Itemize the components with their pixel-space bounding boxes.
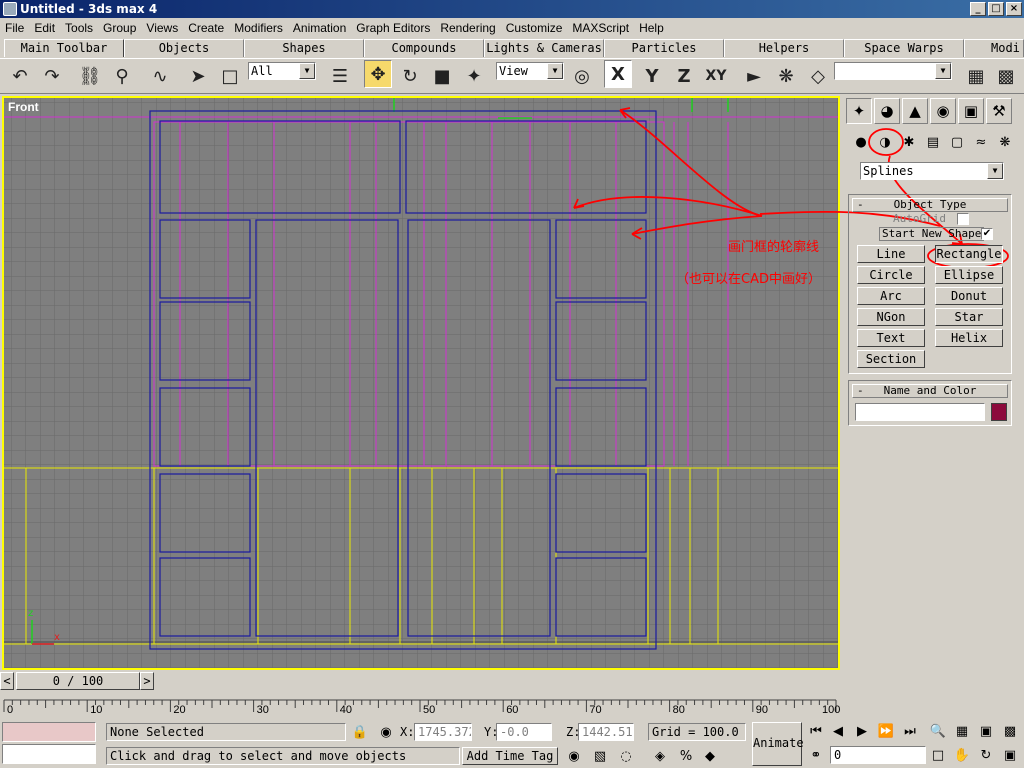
maxscript-input[interactable] bbox=[2, 744, 96, 764]
name-color-header[interactable]: - Name and Color bbox=[852, 384, 1008, 398]
star-button[interactable]: Star bbox=[935, 308, 1003, 326]
key-mode-icon[interactable]: ⚭ bbox=[806, 746, 826, 764]
prev-key-icon[interactable]: ◀ bbox=[828, 722, 848, 740]
ellipse-button[interactable]: Ellipse bbox=[935, 266, 1003, 284]
rectangle-button[interactable]: Rectangle bbox=[935, 245, 1003, 263]
donut-button[interactable]: Donut bbox=[935, 287, 1003, 305]
geometry-icon[interactable]: ● bbox=[850, 132, 872, 152]
maxscript-listener-mini[interactable] bbox=[2, 722, 96, 742]
current-frame-field[interactable]: 0 bbox=[830, 746, 926, 764]
angle-snap-icon[interactable]: ◌ bbox=[616, 747, 636, 765]
zoom-extents-all-icon[interactable]: ▩ bbox=[1000, 722, 1020, 740]
track-tick-label: 80 bbox=[672, 704, 685, 716]
helpers-icon[interactable]: ▢ bbox=[946, 132, 968, 152]
window-crossing-icon[interactable]: ◆ bbox=[700, 747, 720, 765]
prompt-line: Click and drag to select and move object… bbox=[106, 747, 460, 765]
category-value: Splines bbox=[863, 164, 914, 178]
create-tab-icon[interactable]: ✦ bbox=[846, 98, 872, 124]
category-dropdown[interactable]: Splines ▼ bbox=[860, 162, 1004, 180]
object-type-rollout: - Object Type AutoGrid Start New Shape ✔… bbox=[848, 194, 1012, 374]
go-to-end-icon[interactable]: ⏭ bbox=[900, 722, 920, 740]
name-color-title: Name and Color bbox=[883, 384, 977, 397]
collapse-icon: - bbox=[857, 384, 864, 397]
track-tick-label: 30 bbox=[256, 704, 269, 716]
z-coord-field[interactable]: 1442.51 bbox=[578, 723, 634, 741]
x-coord-label: X: bbox=[400, 725, 415, 739]
add-time-tag-button[interactable]: Add Time Tag bbox=[462, 747, 558, 765]
play-icon[interactable]: ▶ bbox=[852, 722, 872, 740]
track-tick-label: 70 bbox=[589, 704, 602, 716]
cameras-icon[interactable]: ▤ bbox=[922, 132, 944, 152]
display-tab-icon[interactable]: ▣ bbox=[958, 98, 984, 124]
go-to-start-icon[interactable]: ⏮ bbox=[806, 722, 826, 740]
lights-icon[interactable]: ✱ bbox=[898, 132, 920, 152]
track-tick-label: 10 bbox=[90, 704, 103, 716]
start-new-shape-label: Start New Shape bbox=[879, 227, 985, 241]
modify-tab-icon[interactable]: ◕ bbox=[874, 98, 900, 124]
track-ruler bbox=[3, 699, 837, 712]
prev-frame-icon[interactable]: < bbox=[0, 672, 14, 690]
region-zoom-icon[interactable]: □ bbox=[928, 746, 948, 764]
next-frame-icon[interactable]: > bbox=[140, 672, 154, 690]
percent-snap-icon[interactable]: ◈ bbox=[650, 747, 670, 765]
animate-button[interactable]: Animate bbox=[752, 722, 804, 766]
space-warps-icon[interactable]: ≈ bbox=[970, 132, 992, 152]
time-slider-thumb[interactable]: 0 / 100 bbox=[16, 672, 140, 690]
app-window: Untitled - 3ds max 4 _ □ × File Edit Too… bbox=[0, 0, 1024, 768]
track-tick-label: 60 bbox=[506, 704, 519, 716]
grid-size: Grid = 100.0 bbox=[648, 723, 746, 741]
autogrid-label: AutoGrid bbox=[893, 212, 946, 225]
object-color-swatch[interactable] bbox=[991, 403, 1007, 421]
zoom-all-icon[interactable]: ▦ bbox=[952, 722, 972, 740]
maximize-viewport-icon[interactable]: ▣ bbox=[1000, 746, 1020, 764]
arc-button[interactable]: Arc bbox=[857, 287, 925, 305]
chevron-down-icon: ▼ bbox=[987, 163, 1003, 179]
command-panel: ✦ ◕ ▲ ◉ ▣ ⚒ ● ◑ ✱ ▤ ▢ ≈ ❋ Splines ▼ - Ob… bbox=[842, 96, 1024, 690]
text-button[interactable]: Text bbox=[857, 329, 925, 347]
ngon-button[interactable]: NGon bbox=[857, 308, 925, 326]
selection-status: None Selected bbox=[106, 723, 346, 741]
track-tick-label: 50 bbox=[423, 704, 436, 716]
spinner-snap-icon[interactable]: % bbox=[676, 747, 696, 765]
arc-rotate-icon[interactable]: ↻ bbox=[976, 746, 996, 764]
y-coord-field[interactable]: -0.0 bbox=[496, 723, 552, 741]
object-type-header[interactable]: - Object Type bbox=[852, 198, 1008, 212]
track-tick-label: 100 bbox=[822, 704, 841, 716]
circle-button[interactable]: Circle bbox=[857, 266, 925, 284]
track-tick-label: 0 bbox=[7, 704, 14, 716]
hierarchy-tab-icon[interactable]: ▲ bbox=[902, 98, 928, 124]
helix-button[interactable]: Helix bbox=[935, 329, 1003, 347]
time-slider[interactable]: < 0 / 100 > bbox=[0, 672, 840, 690]
line-button[interactable]: Line bbox=[857, 245, 925, 263]
pan-icon[interactable]: ✋ bbox=[952, 746, 972, 764]
start-new-shape-checkbox[interactable]: ✔ bbox=[981, 228, 993, 240]
track-tick-label: 90 bbox=[755, 704, 769, 716]
zoom-extents-icon[interactable]: ▣ bbox=[976, 722, 996, 740]
collapse-icon: - bbox=[857, 198, 864, 211]
shapes-icon[interactable]: ◑ bbox=[874, 132, 896, 152]
absolute-mode-icon[interactable]: ◉ bbox=[376, 723, 396, 741]
autogrid-checkbox[interactable] bbox=[957, 213, 969, 225]
name-color-rollout: - Name and Color bbox=[848, 380, 1012, 426]
annotation-text-outline: 画门框的轮廓线 bbox=[728, 240, 820, 255]
systems-icon[interactable]: ❋ bbox=[994, 132, 1016, 152]
annotation-text-cad: （也可以在CAD中画好） bbox=[676, 272, 821, 287]
track-tick-label: 40 bbox=[339, 704, 353, 716]
utilities-tab-icon[interactable]: ⚒ bbox=[986, 98, 1012, 124]
zoom-icon[interactable]: 🔍 bbox=[928, 722, 948, 740]
object-snap-icon[interactable]: ◉ bbox=[564, 747, 584, 765]
motion-tab-icon[interactable]: ◉ bbox=[930, 98, 956, 124]
snap-3d-icon[interactable]: ▧ bbox=[590, 747, 610, 765]
object-type-title: Object Type bbox=[893, 198, 967, 211]
track-tick-label: 20 bbox=[173, 704, 186, 716]
object-name-input[interactable] bbox=[855, 403, 985, 421]
next-key-icon[interactable]: ⏩ bbox=[876, 722, 896, 740]
section-button[interactable]: Section bbox=[857, 350, 925, 368]
x-coord-field[interactable]: 1745.372 bbox=[414, 723, 472, 741]
lock-icon[interactable]: 🔒 bbox=[350, 723, 370, 741]
track-bar[interactable]: 0 10 20 30 40 50 60 70 80 90 100 bbox=[0, 692, 840, 718]
